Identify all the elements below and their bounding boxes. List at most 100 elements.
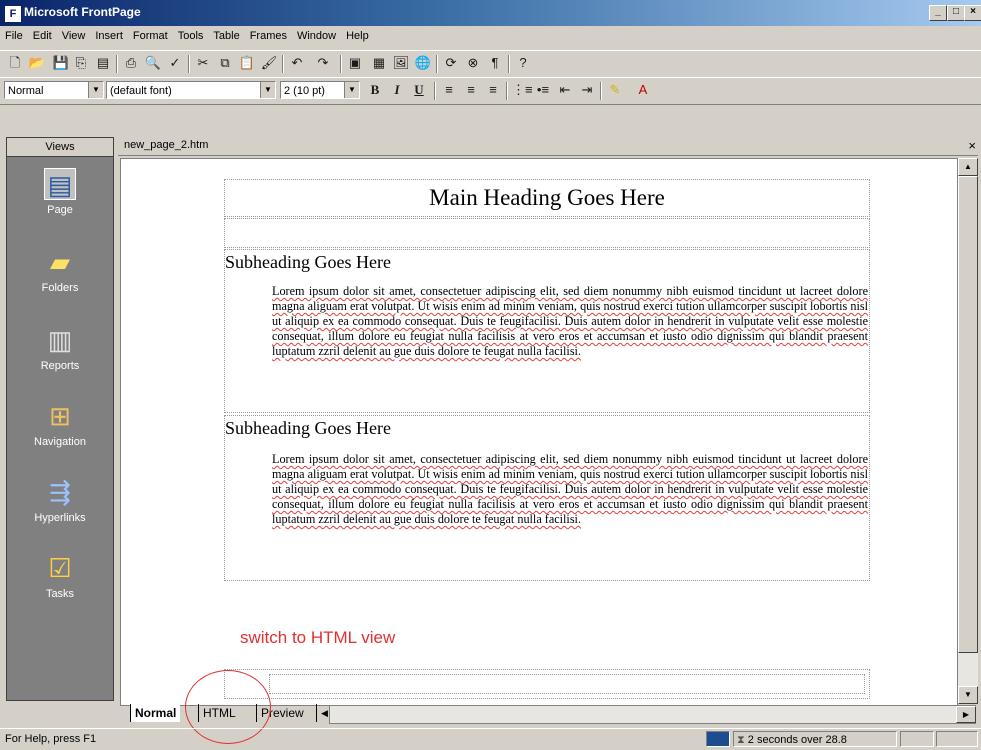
- italic-button[interactable]: I: [388, 82, 406, 98]
- bold-button[interactable]: B: [366, 82, 384, 98]
- chevron-down-icon: ▼: [88, 82, 103, 98]
- status-panel-empty-1: [900, 731, 934, 747]
- view-reports[interactable]: ▥ Reports: [7, 324, 113, 372]
- connection-icon: [706, 731, 730, 747]
- status-help-text: For Help, press F1: [5, 733, 97, 745]
- tab-normal[interactable]: Normal: [130, 704, 181, 722]
- body-paragraph-1: Lorem ipsum dolor sit amet, consectetuer…: [272, 284, 868, 358]
- insert-table-icon[interactable]: ▦: [370, 55, 388, 71]
- view-folders[interactable]: ▰ Folders: [7, 246, 113, 294]
- spelling-icon[interactable]: ✓: [166, 55, 184, 71]
- save-icon[interactable]: 💾: [52, 55, 70, 71]
- print-preview-icon[interactable]: 🔍: [144, 55, 162, 71]
- annotation-label: switch to HTML view: [240, 628, 396, 647]
- print-icon[interactable]: ⎙: [122, 55, 140, 71]
- bullets-icon[interactable]: •≡: [534, 82, 552, 98]
- menu-insert[interactable]: Insert: [90, 28, 128, 44]
- style-select[interactable]: Normal ▼: [4, 81, 104, 99]
- format-painter-icon[interactable]: 🖌: [260, 55, 278, 71]
- font-color-icon[interactable]: A: [634, 82, 652, 98]
- increase-indent-icon[interactable]: ⇥: [578, 82, 596, 98]
- menu-frames[interactable]: Frames: [245, 28, 292, 44]
- heading-cell[interactable]: Main Heading Goes Here: [224, 179, 870, 217]
- hyperlinks-icon: ⇶: [49, 477, 71, 507]
- page-icon: ▤: [44, 168, 76, 200]
- numbering-icon[interactable]: ⋮≡: [512, 82, 533, 98]
- close-button[interactable]: ×: [964, 5, 981, 21]
- font-size-select[interactable]: 2 (10 pt) ▼: [280, 81, 360, 99]
- hyperlink-icon[interactable]: 🌐: [414, 55, 432, 71]
- footer-row[interactable]: [224, 669, 870, 699]
- document-filename[interactable]: new_page_2.htm: [124, 139, 208, 151]
- document-tab-bar: new_page_2.htm ×: [118, 137, 978, 156]
- download-time-text: 2 seconds over 28.8: [747, 734, 847, 746]
- refresh-icon[interactable]: ⟳: [442, 55, 460, 71]
- hourglass-icon: ⧗: [737, 734, 745, 746]
- view-tasks[interactable]: ☑ Tasks: [7, 552, 113, 600]
- window-title: Microsoft FrontPage: [24, 5, 141, 19]
- highlight-icon[interactable]: ✎: [606, 82, 624, 98]
- menu-view[interactable]: View: [57, 28, 91, 44]
- title-bar: F Microsoft FrontPage _ □ ×: [0, 0, 981, 26]
- menu-format[interactable]: Format: [128, 28, 173, 44]
- formatting-toolbar: Normal ▼ (default font) ▼ 2 (10 pt) ▼ B I U…: [0, 77, 981, 105]
- redo-icon[interactable]: ↷: [314, 55, 332, 71]
- menu-window[interactable]: Window: [292, 28, 341, 44]
- undo-icon[interactable]: ↶: [288, 55, 306, 71]
- insert-component-icon[interactable]: ▣: [346, 55, 364, 71]
- view-hyperlinks[interactable]: ⇶ Hyperlinks: [7, 476, 113, 524]
- paste-icon[interactable]: 📋: [238, 55, 256, 71]
- subheading-2: Subheading Goes Here: [225, 418, 391, 438]
- copy-icon[interactable]: ⧉: [216, 55, 234, 71]
- vertical-scroll-thumb[interactable]: [958, 176, 978, 653]
- download-time-panel: ⧗ 2 seconds over 28.8: [733, 731, 897, 747]
- view-navigation[interactable]: ⊞ Navigation: [7, 400, 113, 448]
- decrease-indent-icon[interactable]: ⇤: [556, 82, 574, 98]
- folder-icon: ▰: [50, 247, 70, 277]
- minimize-button[interactable]: _: [929, 5, 947, 21]
- underline-button[interactable]: U: [410, 82, 428, 98]
- close-document-icon[interactable]: ×: [968, 138, 976, 153]
- menu-edit[interactable]: Edit: [28, 28, 57, 44]
- align-center-icon[interactable]: ≡: [462, 82, 480, 98]
- footer-cell[interactable]: [269, 674, 865, 694]
- open-icon[interactable]: 📂: [28, 55, 46, 71]
- menu-file[interactable]: File: [0, 28, 28, 44]
- menu-help[interactable]: Help: [341, 28, 374, 44]
- reports-icon: ▥: [47, 325, 73, 355]
- tasks-icon: ☑: [48, 553, 72, 583]
- view-page[interactable]: ▤ Page: [7, 168, 113, 216]
- new-page-icon[interactable]: 🗋: [6, 55, 24, 71]
- chevron-down-icon: ▼: [344, 82, 359, 98]
- menu-bar: File Edit View Insert Format Tools Table Frames…: [0, 28, 981, 48]
- help-icon[interactable]: ?: [514, 55, 532, 71]
- vertical-scrollbar[interactable]: ▲ ▼: [957, 158, 978, 704]
- insert-picture-icon[interactable]: 🖼: [392, 55, 410, 71]
- maximize-button[interactable]: □: [947, 5, 965, 21]
- section-1[interactable]: Subheading Goes Here Lorem ipsum dolor s…: [224, 249, 870, 413]
- scroll-right-icon[interactable]: ▶: [956, 706, 976, 723]
- align-right-icon[interactable]: ≡: [484, 82, 502, 98]
- menu-table[interactable]: Table: [208, 28, 244, 44]
- editor-page[interactable]: Main Heading Goes Here Subheading Goes H…: [120, 158, 958, 706]
- standard-toolbar: 🗋 📂 💾 ⎘ ▤ ⎙ 🔍 ✓ ✂ ⧉ 📋 🖌 ↶ ↷ ▣ ▦ 🖼 🌐 ⟳ ⊗ …: [0, 50, 981, 78]
- align-left-icon[interactable]: ≡: [440, 82, 458, 98]
- stop-icon[interactable]: ⊗: [464, 55, 482, 71]
- scroll-down-icon[interactable]: ▼: [958, 686, 978, 704]
- folder-list-icon[interactable]: ▤: [94, 55, 112, 71]
- show-all-icon[interactable]: ¶: [486, 55, 504, 71]
- frontpage-app-icon[interactable]: F: [4, 5, 22, 23]
- cut-icon[interactable]: ✂: [194, 55, 212, 71]
- main-heading: Main Heading Goes Here: [429, 185, 665, 210]
- views-header: Views: [7, 138, 113, 157]
- navigation-icon: ⊞: [49, 401, 71, 431]
- chevron-down-icon: ▼: [260, 82, 275, 98]
- font-select[interactable]: (default font) ▼: [106, 81, 276, 99]
- menu-tools[interactable]: Tools: [173, 28, 209, 44]
- empty-row[interactable]: [224, 218, 870, 248]
- horizontal-scrollbar[interactable]: ▶: [329, 705, 976, 724]
- scroll-up-icon[interactable]: ▲: [958, 158, 978, 176]
- publish-icon[interactable]: ⎘: [72, 55, 90, 71]
- section-2[interactable]: Subheading Goes Here Lorem ipsum dolor s…: [224, 415, 870, 581]
- body-paragraph-2: Lorem ipsum dolor sit amet, consectetuer…: [272, 452, 868, 526]
